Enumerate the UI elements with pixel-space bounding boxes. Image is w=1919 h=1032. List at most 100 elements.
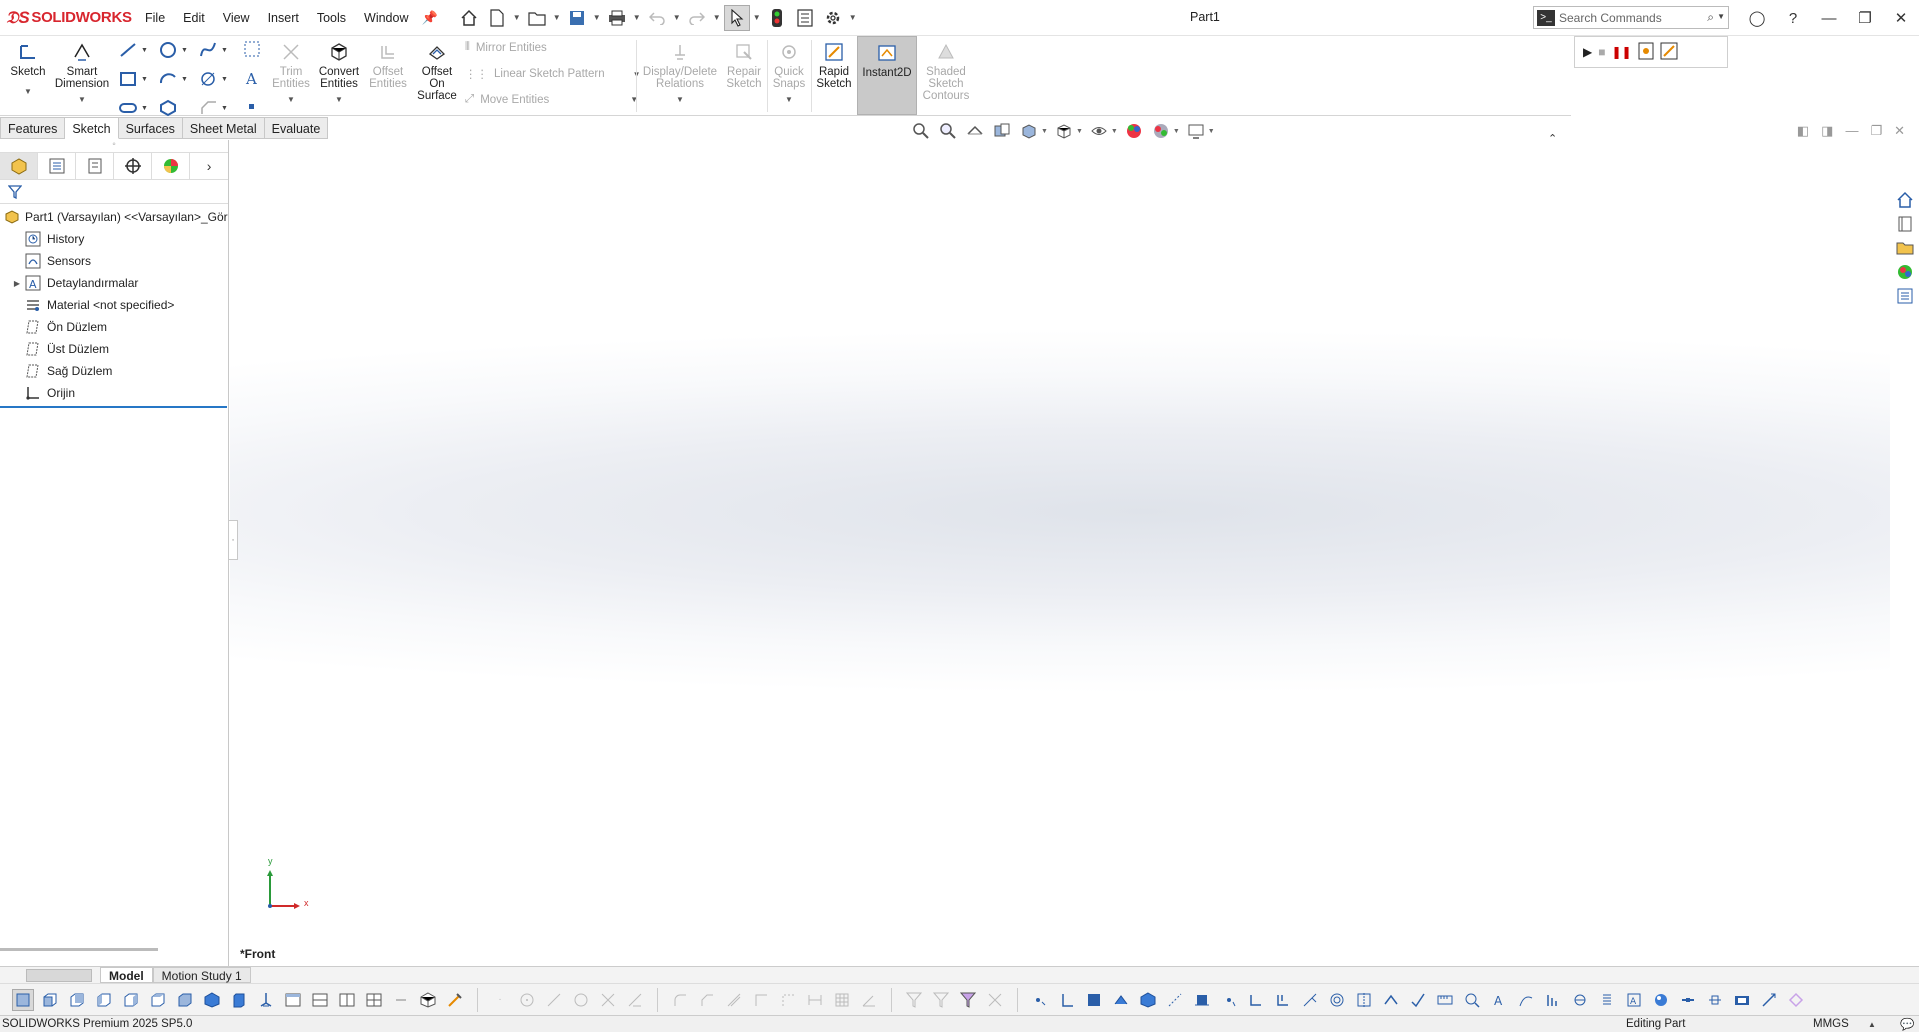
construction-geometry-icon[interactable]: [243, 40, 261, 61]
angle-icon[interactable]: [858, 989, 880, 1011]
undo-icon[interactable]: [644, 5, 670, 31]
filter-edges-icon[interactable]: [957, 989, 979, 1011]
coincident-icon[interactable]: [1110, 989, 1132, 1011]
account-icon[interactable]: ◯: [1739, 9, 1775, 27]
more-tabs-chevron-icon[interactable]: ›: [190, 153, 228, 179]
new-macro-icon[interactable]: [1638, 42, 1654, 63]
display-style-dropdown-icon[interactable]: ▼: [1076, 128, 1083, 135]
inspect-icon[interactable]: [1731, 989, 1753, 1011]
tab-sketch[interactable]: Sketch: [65, 117, 119, 139]
menu-edit[interactable]: Edit: [174, 11, 214, 25]
snap-sketch-icon[interactable]: [1758, 989, 1780, 1011]
plane-relation-icon[interactable]: [1083, 989, 1105, 1011]
feature-manager-tab[interactable]: [0, 153, 39, 179]
menu-tools[interactable]: Tools: [308, 11, 355, 25]
display-delete-relations-button[interactable]: Display/Delete Relations ▼: [640, 36, 720, 106]
undo-dropdown-icon[interactable]: ▼: [672, 13, 682, 22]
trim-entities-button[interactable]: Trim Entities ▼: [270, 36, 312, 106]
relations-dropdown-icon[interactable]: ▼: [676, 94, 684, 106]
options-gear-icon[interactable]: [820, 5, 846, 31]
equal-icon[interactable]: [1407, 989, 1429, 1011]
spline-tool-icon[interactable]: ▼: [198, 40, 238, 63]
fix-relation-icon[interactable]: [1191, 989, 1213, 1011]
right-view-icon[interactable]: [120, 989, 142, 1011]
line-icon[interactable]: [543, 989, 565, 1011]
split-right-icon[interactable]: ◨: [1821, 123, 1833, 139]
rapid-sketch-button[interactable]: Rapid Sketch: [814, 36, 854, 90]
trimetric-view-icon[interactable]: [228, 989, 250, 1011]
apply-scene-icon[interactable]: [1150, 121, 1172, 141]
tree-item-material[interactable]: Material <not specified>: [0, 294, 228, 316]
tab-motion-study[interactable]: Motion Study 1: [152, 967, 251, 983]
tree-item-front-plane[interactable]: Ön Düzlem: [0, 316, 228, 338]
menu-file[interactable]: File: [136, 11, 174, 25]
unit-system[interactable]: MMGS: [1813, 1018, 1849, 1030]
construction-line-icon[interactable]: [1164, 989, 1186, 1011]
magnifier-relation-icon[interactable]: [1461, 989, 1483, 1011]
zoom-to-area-icon[interactable]: [937, 121, 959, 141]
dimetric-view-icon[interactable]: [255, 989, 277, 1011]
dimension-ruler-icon[interactable]: [1434, 989, 1456, 1011]
home-icon[interactable]: [456, 5, 482, 31]
horizontal-relation-icon[interactable]: [1056, 989, 1078, 1011]
shaded-sketch-contours-button[interactable]: Shaded Sketch Contours: [920, 36, 972, 102]
sketch-dropdown-icon[interactable]: ▼: [24, 86, 32, 98]
rectangle-tool-icon[interactable]: ▼: [118, 69, 158, 92]
surface-relation-icon[interactable]: [1137, 989, 1159, 1011]
select-dropdown-icon[interactable]: ▼: [752, 13, 762, 22]
collaboration-chat-icon[interactable]: 💬: [1900, 1017, 1914, 1031]
configuration-manager-tab[interactable]: [76, 153, 115, 179]
tree-item-history[interactable]: History: [0, 228, 228, 250]
search-dropdown-icon[interactable]: ▼: [1717, 12, 1725, 21]
minimize-button[interactable]: —: [1811, 10, 1847, 27]
circle-icon[interactable]: [570, 989, 592, 1011]
sketch-chamfer-icon[interactable]: [696, 989, 718, 1011]
solidworks-resources-icon[interactable]: [1894, 190, 1916, 210]
restore-button[interactable]: ❐: [1847, 9, 1883, 27]
instant2d-button[interactable]: Instant2D: [857, 36, 917, 115]
sphere-icon[interactable]: [1650, 989, 1672, 1011]
quick-snaps-button[interactable]: Quick Snaps ▼: [770, 36, 808, 106]
filter-faces-icon[interactable]: [984, 989, 1006, 1011]
bars-relation-icon[interactable]: [1542, 989, 1564, 1011]
rebuild-icon[interactable]: [764, 5, 790, 31]
back-view-icon[interactable]: [66, 989, 88, 1011]
appearances-scenes-icon[interactable]: [1894, 262, 1916, 282]
expand-arrow-icon[interactable]: ▶: [10, 279, 24, 288]
move-entities-button[interactable]: ⤢ Move Entities ▼: [465, 93, 638, 106]
zoom-to-fit-icon[interactable]: [910, 121, 932, 141]
trim-icon[interactable]: [597, 989, 619, 1011]
sketch-fillet-icon[interactable]: [669, 989, 691, 1011]
record-pause-macro-icon[interactable]: ❚❚: [1611, 45, 1631, 59]
hide-show-items-icon[interactable]: [1088, 121, 1110, 141]
tree-item-origin[interactable]: Orijin: [0, 382, 228, 404]
tab-scroll-arrows[interactable]: [26, 968, 92, 982]
close-button[interactable]: ✕: [1883, 9, 1919, 27]
dimxpert-manager-tab[interactable]: [114, 153, 153, 179]
link-views-icon[interactable]: [390, 989, 412, 1011]
thread-icon[interactable]: [1596, 989, 1618, 1011]
print-icon[interactable]: [604, 5, 630, 31]
curve-relation-icon[interactable]: [1515, 989, 1537, 1011]
edit-macro-icon[interactable]: [1660, 42, 1678, 63]
edit-appearance-icon[interactable]: [1123, 121, 1145, 141]
point-relation-icon[interactable]: [1029, 989, 1051, 1011]
circle-tool-icon[interactable]: ▼: [158, 40, 198, 63]
options-dropdown-icon[interactable]: ▼: [848, 13, 858, 22]
panel-grip-icon[interactable]: ◦: [0, 140, 228, 152]
sketch-tools-icon[interactable]: [444, 989, 466, 1011]
panel-splitter-handle[interactable]: ◦: [229, 520, 238, 560]
text-box-icon[interactable]: A: [1623, 989, 1645, 1011]
search-commands-box[interactable]: >_ Search Commands ⌕ ▼: [1533, 6, 1729, 29]
tab-model[interactable]: Model: [100, 967, 153, 983]
trim-dropdown-icon[interactable]: ▼: [287, 94, 295, 106]
symmetric-icon[interactable]: [1353, 989, 1375, 1011]
solidworks-logo[interactable]: 𝔇S SOLIDWORKS: [0, 8, 136, 28]
display-manager-tab[interactable]: [152, 153, 191, 179]
hide-show-dropdown-icon[interactable]: ▼: [1111, 128, 1118, 135]
grid-icon[interactable]: [831, 989, 853, 1011]
tangent-icon[interactable]: [1299, 989, 1321, 1011]
section-view-icon[interactable]: [991, 121, 1013, 141]
tab-surfaces[interactable]: Surfaces: [118, 117, 183, 139]
point-tool-icon[interactable]: [243, 98, 261, 119]
